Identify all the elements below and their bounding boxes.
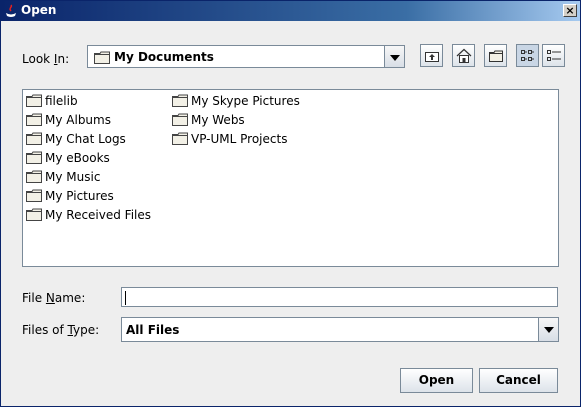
file-type-value: All Files — [126, 323, 180, 337]
open-button[interactable]: Open — [400, 368, 473, 393]
folder-name: My Albums — [45, 113, 111, 127]
details-view-button[interactable] — [542, 44, 565, 67]
file-type-label: Files of Type: — [22, 323, 100, 337]
folder-icon — [26, 189, 42, 202]
file-name-label: File Name: — [22, 291, 86, 305]
new-folder-icon — [489, 50, 503, 62]
look-in-dropdown-arrow[interactable] — [384, 46, 404, 67]
file-name-input[interactable] — [121, 287, 558, 307]
folder-icon — [172, 132, 188, 145]
folder-icon — [26, 151, 42, 164]
home-icon — [456, 48, 472, 63]
folder-name: My eBooks — [45, 151, 110, 165]
folder-name: My Pictures — [45, 189, 114, 203]
folder-icon — [26, 94, 42, 107]
text-caret — [125, 291, 126, 305]
java-icon — [6, 4, 16, 17]
folder-icon — [172, 113, 188, 126]
look-in-value: My Documents — [114, 50, 214, 64]
folder-name: My Music — [45, 170, 101, 184]
folder-name: VP-UML Projects — [191, 132, 288, 146]
folder-name: My Webs — [191, 113, 245, 127]
look-in-combo[interactable]: My Documents — [87, 45, 405, 68]
folder-name: My Skype Pictures — [191, 94, 300, 108]
folder-icon — [26, 208, 42, 221]
folder-icon — [26, 170, 42, 183]
file-type-dropdown-arrow[interactable] — [538, 318, 558, 341]
cancel-button[interactable]: Cancel — [479, 368, 558, 393]
open-dialog: Open × Look In: My Documents filelib My … — [0, 0, 581, 407]
folder-icon — [26, 132, 42, 145]
look-in-label: Look In: — [22, 52, 70, 66]
close-button[interactable]: × — [563, 4, 577, 17]
list-view-icon — [521, 50, 534, 61]
file-type-combo[interactable]: All Files — [121, 317, 559, 342]
up-one-level-button[interactable] — [420, 44, 443, 67]
list-view-button[interactable] — [516, 44, 539, 67]
folder-icon — [26, 113, 42, 126]
new-folder-button[interactable] — [484, 44, 507, 67]
home-button[interactable] — [452, 44, 475, 67]
folder-name: My Received Files — [45, 208, 152, 222]
folder-name: My Chat Logs — [45, 132, 126, 146]
folder-icon — [172, 94, 188, 107]
folder-name: filelib — [45, 94, 78, 108]
window-title: Open — [21, 3, 57, 17]
title-bar[interactable]: Open × — [1, 1, 580, 21]
file-list[interactable]: filelib My Albums My Chat Logs My eBooks… — [22, 89, 559, 267]
folder-icon — [94, 51, 110, 64]
details-view-icon — [547, 50, 561, 61]
up-one-level-icon — [425, 52, 439, 62]
